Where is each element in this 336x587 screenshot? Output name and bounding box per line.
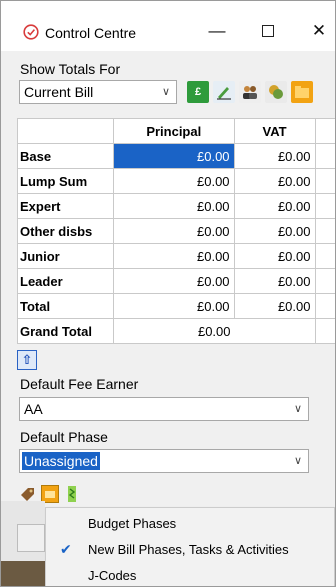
chevron-down-icon: ∨ bbox=[293, 402, 302, 415]
vat-cell[interactable]: £0.00 bbox=[233, 193, 316, 219]
menu-item-label: J-Codes bbox=[88, 567, 137, 583]
collapse-up-button[interactable]: ⇧ bbox=[17, 350, 37, 370]
menu-item-label: New Bill Phases, Tasks & Activities bbox=[88, 541, 289, 557]
row-label: Leader bbox=[17, 268, 114, 294]
menu-item-j-codes[interactable]: J-Codes bbox=[46, 562, 334, 586]
menu-item-budget-phases[interactable]: Budget Phases bbox=[46, 510, 334, 536]
grand-total-value: £0.00 bbox=[113, 318, 316, 344]
show-totals-select[interactable]: Current Bill ∨ bbox=[19, 80, 177, 104]
fee-earner-value: AA bbox=[24, 401, 43, 417]
table-row: Leader £0.00 £0.00 bbox=[17, 268, 335, 294]
fee-earner-label: Default Fee Earner bbox=[20, 376, 139, 392]
row-label: Other disbs bbox=[17, 218, 114, 244]
background-image bbox=[1, 561, 45, 586]
edit-icon[interactable] bbox=[213, 81, 235, 103]
vat-cell[interactable]: £0.00 bbox=[233, 168, 316, 194]
principal-cell[interactable]: £0.00 bbox=[113, 168, 235, 194]
table-header-row: Principal VAT bbox=[17, 118, 335, 144]
vat-cell[interactable]: £0.00 bbox=[233, 293, 316, 319]
maximize-icon bbox=[262, 25, 274, 37]
control-centre-window: Control Centre — ✕ Show Totals For Curre… bbox=[0, 0, 336, 587]
table-row: Junior £0.00 £0.00 bbox=[17, 243, 335, 269]
principal-cell[interactable]: £0.00 bbox=[113, 243, 235, 269]
column-header bbox=[17, 118, 114, 144]
table-filler bbox=[314, 318, 335, 344]
column-header: VAT bbox=[233, 118, 316, 144]
principal-cell[interactable]: £0.00 bbox=[113, 218, 235, 244]
table-filler bbox=[314, 218, 335, 244]
activity-icon[interactable] bbox=[63, 485, 81, 503]
principal-cell[interactable]: £0.00 bbox=[113, 293, 235, 319]
phase-type-menu: Budget Phases ✔ New Bill Phases, Tasks &… bbox=[45, 507, 335, 586]
vat-cell[interactable]: £0.00 bbox=[233, 268, 316, 294]
phase-label: Default Phase bbox=[20, 429, 108, 445]
phase-value: Unassigned bbox=[22, 452, 100, 470]
table-filler bbox=[314, 268, 335, 294]
title-bar: Control Centre — ✕ bbox=[1, 1, 335, 51]
row-label: Junior bbox=[17, 243, 114, 269]
table-row: Total £0.00 £0.00 bbox=[17, 293, 335, 319]
minimize-button[interactable]: — bbox=[199, 17, 235, 45]
check-icon: ✔ bbox=[60, 540, 72, 557]
vat-cell[interactable]: £0.00 bbox=[233, 243, 316, 269]
table-filler bbox=[314, 118, 335, 144]
phase-select[interactable]: Unassigned ∨ bbox=[19, 449, 309, 473]
totals-table: Principal VAT Base £0.00 £0.00 Lump Sum … bbox=[17, 118, 335, 344]
column-header: Principal bbox=[113, 118, 235, 144]
table-filler bbox=[314, 143, 335, 169]
row-label: Base bbox=[17, 143, 114, 169]
show-totals-value: Current Bill bbox=[24, 84, 94, 100]
menu-item-new-bill-phases[interactable]: ✔ New Bill Phases, Tasks & Activities bbox=[46, 536, 334, 562]
window-title: Control Centre bbox=[45, 25, 137, 41]
show-totals-label: Show Totals For bbox=[20, 61, 121, 77]
row-label: Expert bbox=[17, 193, 114, 219]
row-label: Lump Sum bbox=[17, 168, 114, 194]
principal-cell[interactable]: £0.00 bbox=[113, 268, 235, 294]
vat-cell[interactable]: £0.00 bbox=[233, 143, 316, 169]
table-row: Base £0.00 £0.00 bbox=[17, 143, 335, 169]
table-row: Lump Sum £0.00 £0.00 bbox=[17, 168, 335, 194]
chevron-down-icon: ∨ bbox=[161, 85, 170, 98]
app-check-icon bbox=[23, 24, 39, 40]
principal-cell[interactable]: £0.00 bbox=[113, 193, 235, 219]
up-arrow-icon: ⇧ bbox=[21, 352, 33, 367]
fee-earner-select[interactable]: AA ∨ bbox=[19, 397, 309, 421]
menu-item-label: Budget Phases bbox=[88, 515, 177, 531]
table-filler bbox=[314, 168, 335, 194]
table-filler bbox=[314, 293, 335, 319]
grand-total-row: Grand Total £0.00 bbox=[17, 318, 335, 344]
folder-icon[interactable] bbox=[291, 81, 313, 103]
table-filler bbox=[314, 243, 335, 269]
grand-total-label: Grand Total bbox=[17, 318, 114, 344]
close-button[interactable]: ✕ bbox=[301, 17, 335, 45]
background-button bbox=[17, 524, 45, 552]
coins-icon[interactable] bbox=[265, 81, 287, 103]
table-row: Expert £0.00 £0.00 bbox=[17, 193, 335, 219]
people-icon[interactable] bbox=[239, 81, 261, 103]
table-filler bbox=[314, 193, 335, 219]
maximize-button[interactable] bbox=[250, 17, 286, 45]
chevron-down-icon: ∨ bbox=[293, 454, 302, 467]
row-label: Total bbox=[17, 293, 114, 319]
vat-cell[interactable]: £0.00 bbox=[233, 218, 316, 244]
calculator-icon[interactable]: £ bbox=[187, 81, 209, 103]
table-row: Other disbs £0.00 £0.00 bbox=[17, 218, 335, 244]
principal-cell[interactable]: £0.00 bbox=[113, 143, 235, 169]
